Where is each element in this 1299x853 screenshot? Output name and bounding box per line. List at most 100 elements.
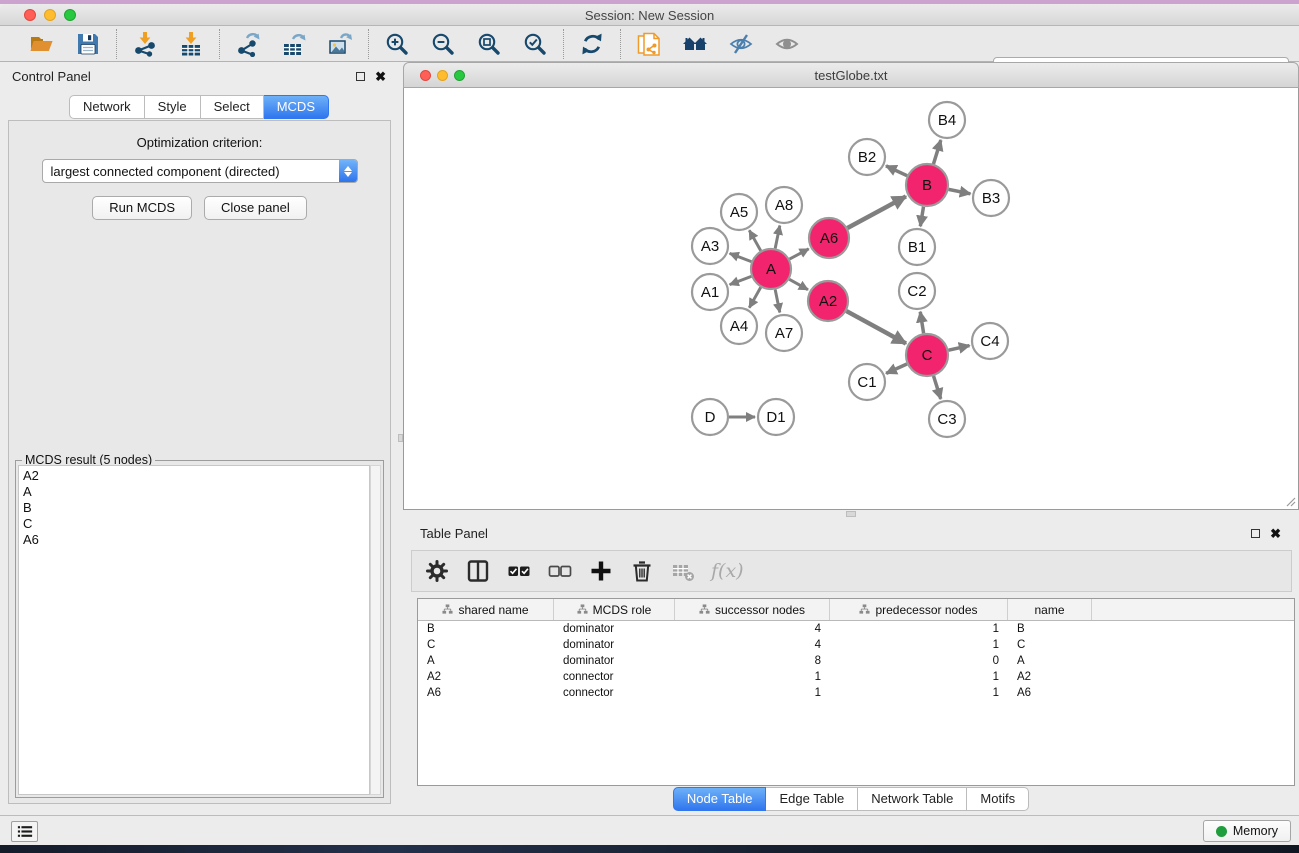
column-layout-icon[interactable] bbox=[465, 558, 491, 584]
task-history-button[interactable] bbox=[11, 821, 38, 842]
table-cell[interactable]: A bbox=[418, 655, 554, 667]
table-cell[interactable]: connector bbox=[554, 687, 675, 699]
close-panel-icon[interactable]: ✖ bbox=[1270, 527, 1281, 540]
graph-node-A6[interactable]: A6 bbox=[809, 218, 849, 258]
edge-A-A3[interactable] bbox=[730, 253, 752, 261]
tab-mcds[interactable]: MCDS bbox=[264, 95, 329, 119]
edge-B-B2[interactable] bbox=[886, 166, 907, 176]
delete-table-icon[interactable] bbox=[670, 558, 696, 584]
graph-node-C1[interactable]: C1 bbox=[849, 364, 885, 400]
mcds-result-item[interactable]: A bbox=[23, 484, 369, 500]
column-header-MCDS-role[interactable]: MCDS role bbox=[554, 599, 675, 620]
network-canvas[interactable]: AA1A2A3A4A5A6A7A8BB1B2B3B4CC1C2C3C4DD1 bbox=[403, 88, 1299, 510]
select-all-checkboxes-icon[interactable] bbox=[506, 558, 532, 584]
refresh-icon[interactable] bbox=[578, 30, 606, 58]
zoom-in-icon[interactable] bbox=[383, 30, 411, 58]
table-cell[interactable]: 1 bbox=[830, 671, 1008, 683]
network-window-titlebar[interactable]: testGlobe.txt bbox=[403, 62, 1299, 88]
graph-node-A3[interactable]: A3 bbox=[692, 228, 728, 264]
tab-network[interactable]: Network bbox=[69, 95, 145, 119]
window-resize-grip[interactable] bbox=[1284, 495, 1296, 507]
graph-node-C3[interactable]: C3 bbox=[929, 401, 965, 437]
table-cell[interactable]: C bbox=[1008, 639, 1092, 651]
graph-node-A5[interactable]: A5 bbox=[721, 194, 757, 230]
mcds-result-item[interactable]: B bbox=[23, 500, 369, 516]
zoom-out-icon[interactable] bbox=[429, 30, 457, 58]
graph-node-A8[interactable]: A8 bbox=[766, 187, 802, 223]
table-cell[interactable]: 1 bbox=[675, 687, 830, 699]
graph-node-A1[interactable]: A1 bbox=[692, 274, 728, 310]
table-cell[interactable]: C bbox=[418, 639, 554, 651]
mcds-result-list[interactable]: A2ABCA6 bbox=[18, 465, 370, 795]
edge-A2-C[interactable] bbox=[846, 311, 905, 343]
table-cell[interactable]: A bbox=[1008, 655, 1092, 667]
close-panel-button[interactable]: Close panel bbox=[204, 196, 307, 220]
graph-node-A4[interactable]: A4 bbox=[721, 308, 757, 344]
close-panel-icon[interactable]: ✖ bbox=[375, 70, 386, 83]
graph-node-B1[interactable]: B1 bbox=[899, 229, 935, 265]
export-table-icon[interactable] bbox=[280, 30, 308, 58]
function-builder-icon[interactable]: f(x) bbox=[711, 560, 744, 582]
edge-C-C2[interactable] bbox=[920, 312, 923, 334]
mcds-result-item[interactable]: A2 bbox=[23, 468, 369, 484]
float-panel-icon[interactable] bbox=[356, 72, 365, 81]
column-header-successor-nodes[interactable]: successor nodes bbox=[675, 599, 830, 620]
table-row[interactable]: Bdominator41B bbox=[418, 621, 1294, 637]
export-network-icon[interactable] bbox=[234, 30, 262, 58]
graph-node-C2[interactable]: C2 bbox=[899, 273, 935, 309]
column-header-name[interactable]: name bbox=[1008, 599, 1092, 620]
import-network-icon[interactable] bbox=[131, 30, 159, 58]
tab-network-table[interactable]: Network Table bbox=[858, 787, 967, 811]
node-table[interactable]: shared nameMCDS rolesuccessor nodesprede… bbox=[417, 598, 1295, 786]
network-graph[interactable]: AA1A2A3A4A5A6A7A8BB1B2B3B4CC1C2C3C4DD1 bbox=[404, 88, 1298, 508]
edge-B-B1[interactable] bbox=[920, 207, 923, 227]
network-from-document-icon[interactable] bbox=[635, 30, 663, 58]
edge-B-B3[interactable] bbox=[949, 189, 971, 193]
graph-node-C4[interactable]: C4 bbox=[972, 323, 1008, 359]
column-header-shared-name[interactable]: shared name bbox=[418, 599, 554, 620]
zoom-fit-icon[interactable] bbox=[475, 30, 503, 58]
table-cell[interactable]: A2 bbox=[1008, 671, 1092, 683]
delete-column-icon[interactable] bbox=[629, 558, 655, 584]
tab-style[interactable]: Style bbox=[145, 95, 201, 119]
graph-node-B3[interactable]: B3 bbox=[973, 180, 1009, 216]
edge-A-A2[interactable] bbox=[789, 279, 808, 289]
graph-node-D[interactable]: D bbox=[692, 399, 728, 435]
table-cell[interactable]: A6 bbox=[418, 687, 554, 699]
edge-B-B4[interactable] bbox=[933, 140, 940, 164]
table-cell[interactable]: 0 bbox=[830, 655, 1008, 667]
table-cell[interactable]: 1 bbox=[675, 671, 830, 683]
table-cell[interactable]: B bbox=[418, 623, 554, 635]
mcds-result-item[interactable]: A6 bbox=[23, 532, 369, 548]
table-cell[interactable]: A6 bbox=[1008, 687, 1092, 699]
graph-node-B[interactable]: B bbox=[906, 164, 948, 206]
table-cell[interactable]: dominator bbox=[554, 623, 675, 635]
hide-graphics-details-icon[interactable] bbox=[727, 30, 755, 58]
add-column-icon[interactable] bbox=[588, 558, 614, 584]
table-row[interactable]: Cdominator41C bbox=[418, 637, 1294, 653]
result-list-scrollbar[interactable] bbox=[370, 465, 381, 795]
table-cell[interactable]: A2 bbox=[418, 671, 554, 683]
edge-A-A1[interactable] bbox=[730, 276, 752, 284]
table-cell[interactable]: B bbox=[1008, 623, 1092, 635]
home-icon[interactable] bbox=[681, 30, 709, 58]
table-cell[interactable]: 4 bbox=[675, 623, 830, 635]
open-file-icon[interactable] bbox=[28, 30, 56, 58]
save-session-icon[interactable] bbox=[74, 30, 102, 58]
table-cell[interactable]: dominator bbox=[554, 639, 675, 651]
edge-A-A6[interactable] bbox=[790, 249, 809, 259]
edge-A-A7[interactable] bbox=[775, 290, 780, 313]
edge-C-C1[interactable] bbox=[886, 364, 907, 373]
tab-motifs[interactable]: Motifs bbox=[967, 787, 1029, 811]
table-cell[interactable]: 8 bbox=[675, 655, 830, 667]
graph-node-D1[interactable]: D1 bbox=[758, 399, 794, 435]
edge-A-A5[interactable] bbox=[749, 230, 760, 250]
memory-button[interactable]: Memory bbox=[1203, 820, 1291, 842]
run-mcds-button[interactable]: Run MCDS bbox=[92, 196, 192, 220]
graph-node-B2[interactable]: B2 bbox=[849, 139, 885, 175]
graph-node-A2[interactable]: A2 bbox=[808, 281, 848, 321]
table-row[interactable]: Adominator80A bbox=[418, 653, 1294, 669]
deselect-all-checkboxes-icon[interactable] bbox=[547, 558, 573, 584]
import-table-icon[interactable] bbox=[177, 30, 205, 58]
table-cell[interactable]: 1 bbox=[830, 687, 1008, 699]
